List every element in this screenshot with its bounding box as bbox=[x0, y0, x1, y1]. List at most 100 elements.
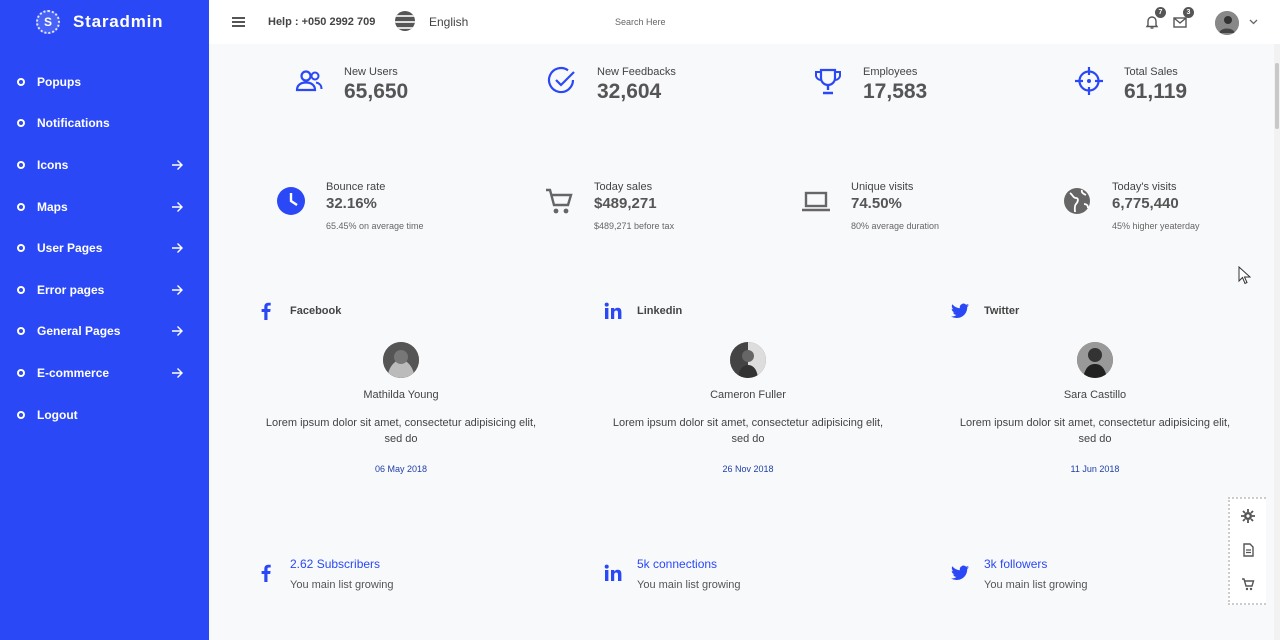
sidebar-item-label: Logout bbox=[37, 407, 78, 422]
bullet-icon bbox=[17, 327, 25, 336]
language-selector[interactable]: English bbox=[429, 15, 468, 29]
user-avatar[interactable] bbox=[1215, 11, 1239, 35]
sidebar-item-label: General Pages bbox=[37, 324, 121, 339]
check-circle-icon bbox=[547, 66, 575, 94]
gear-icon[interactable] bbox=[1241, 509, 1255, 523]
sidebar-item-label: Icons bbox=[37, 157, 69, 172]
stat-label: Total Sales bbox=[1124, 66, 1178, 78]
cart-icon bbox=[546, 188, 573, 214]
help-phone: Help : +050 2992 709 bbox=[268, 16, 376, 28]
arrow-right-icon bbox=[172, 284, 183, 295]
stat-value: 17,583 bbox=[863, 80, 928, 103]
sidebar-item-label: Popups bbox=[37, 74, 81, 89]
trophy-icon bbox=[815, 68, 841, 95]
arrow-right-icon bbox=[172, 201, 183, 212]
stat-employees: Employees 17,583 bbox=[813, 66, 927, 104]
menu-toggle-icon[interactable] bbox=[232, 17, 245, 27]
bullet-icon bbox=[17, 202, 25, 211]
bullet-icon bbox=[17, 410, 25, 419]
bullet-icon bbox=[17, 368, 25, 377]
social-network-name: Linkedin bbox=[637, 305, 683, 317]
subscriber-desc: You main list growing bbox=[984, 579, 1088, 591]
metric-sub: 45% higher yeaterday bbox=[1112, 221, 1200, 231]
sidebar-item-icons[interactable]: Icons bbox=[0, 144, 209, 186]
sidebar-item-label: Error pages bbox=[37, 282, 105, 297]
avatar-image bbox=[730, 342, 766, 378]
subscriber-count[interactable]: 2.62 Subscribers bbox=[290, 557, 394, 571]
sidebar-item-maps[interactable]: Maps bbox=[0, 186, 209, 228]
social-card-twitter: Twitter Sara Castillo Lorem ipsum dolor … bbox=[950, 300, 1240, 474]
laptop-icon bbox=[802, 191, 830, 212]
language-flag-icon[interactable] bbox=[395, 11, 415, 31]
sidebar-item-popups[interactable]: Popups bbox=[0, 61, 209, 103]
cart-icon[interactable] bbox=[1241, 577, 1255, 591]
crosshair-icon bbox=[1075, 67, 1103, 95]
bullet-icon bbox=[17, 160, 25, 169]
messages-badge: 3 bbox=[1183, 7, 1194, 18]
subscriber-count[interactable]: 5k connections bbox=[637, 557, 741, 571]
metric-label: Today sales bbox=[594, 181, 653, 193]
person-name: Sara Castillo bbox=[1063, 389, 1127, 401]
metric-label: Bounce rate bbox=[326, 181, 386, 193]
brand[interactable]: S Staradmin bbox=[0, 0, 209, 44]
arrow-right-icon bbox=[172, 367, 183, 378]
messages-mail-icon[interactable]: 3 bbox=[1172, 7, 1194, 30]
person-text: Lorem ipsum dolor sit amet, consectetur … bbox=[265, 417, 537, 445]
sidebar-item-label: Maps bbox=[37, 199, 68, 214]
person-date: 06 May 2018 bbox=[374, 464, 428, 474]
facebook-icon[interactable] bbox=[256, 301, 276, 321]
sidebar-item-notifications[interactable]: Notifications bbox=[0, 103, 209, 145]
person-text: Lorem ipsum dolor sit amet, consectetur … bbox=[612, 417, 884, 445]
floating-settings-panel bbox=[1228, 497, 1266, 605]
chevron-down-icon[interactable] bbox=[1249, 17, 1258, 26]
sidebar-nav: Popups Notifications Icons Maps User Pag… bbox=[0, 61, 209, 435]
sidebar-item-user-pages[interactable]: User Pages bbox=[0, 227, 209, 269]
subscriber-count[interactable]: 3k followers bbox=[984, 557, 1088, 571]
sidebar-item-general-pages[interactable]: General Pages bbox=[0, 311, 209, 353]
sidebar-item-e-commerce[interactable]: E-commerce bbox=[0, 352, 209, 394]
bullet-icon bbox=[17, 285, 25, 294]
avatar bbox=[730, 342, 766, 378]
arrow-right-icon bbox=[172, 243, 183, 254]
stat-value: 65,650 bbox=[344, 80, 409, 103]
scrollbar[interactable] bbox=[1274, 44, 1280, 640]
search-input[interactable] bbox=[615, 14, 795, 30]
metric-sub: 80% average duration bbox=[851, 221, 940, 231]
metric-value: 32.16% bbox=[326, 195, 377, 212]
sidebar-item-label: Notifications bbox=[37, 116, 110, 131]
sidebar-item-logout[interactable]: Logout bbox=[0, 394, 209, 436]
metric-bounce-rate: Bounce rate 32.16% 65.45% on average tim… bbox=[276, 181, 424, 231]
stat-value: 61,119 bbox=[1124, 80, 1188, 103]
metric-value: 74.50% bbox=[851, 195, 902, 212]
sidebar-item-error-pages[interactable]: Error pages bbox=[0, 269, 209, 311]
sidebar: S Staradmin Popups Notifications Icons M… bbox=[0, 0, 209, 640]
linkedin-icon[interactable] bbox=[603, 301, 623, 321]
metric-label: Unique visits bbox=[851, 181, 914, 193]
topbar: Help : +050 2992 709 English 7 3 bbox=[209, 0, 1280, 44]
clock-icon bbox=[277, 187, 305, 215]
person-name: Cameron Fuller bbox=[710, 389, 786, 401]
person-date: 11 Jun 2018 bbox=[1070, 464, 1120, 474]
users-icon bbox=[295, 70, 323, 92]
stat-new-users: New Users 65,650 bbox=[294, 66, 408, 104]
document-icon[interactable] bbox=[1241, 543, 1255, 557]
notifications-bell-icon[interactable]: 7 bbox=[1144, 7, 1166, 30]
stat-label: New Feedbacks bbox=[597, 66, 676, 78]
avatar bbox=[383, 342, 419, 378]
scrollbar-thumb[interactable] bbox=[1275, 63, 1279, 129]
globe-icon bbox=[1064, 188, 1090, 214]
metric-sub: $489,271 before tax bbox=[594, 221, 675, 231]
avatar-image bbox=[1215, 11, 1239, 35]
stat-label: Employees bbox=[863, 66, 918, 78]
brand-name: Staradmin bbox=[73, 12, 164, 31]
metric-today-sales: Today sales $489,271 $489,271 before tax bbox=[544, 181, 674, 231]
bullet-icon bbox=[17, 244, 25, 253]
main-content: New Users 65,650 New Feedbacks 32,604 Em… bbox=[209, 44, 1280, 640]
notifications-badge: 7 bbox=[1155, 7, 1166, 18]
avatar-image bbox=[1077, 342, 1113, 378]
metric-value: 6,775,440 bbox=[1112, 195, 1179, 212]
twitter-icon[interactable] bbox=[950, 301, 970, 321]
mouse-cursor-icon bbox=[1238, 266, 1251, 285]
subscribers-twitter: 3k followers You main list growing bbox=[950, 557, 1088, 591]
avatar bbox=[1077, 342, 1113, 378]
